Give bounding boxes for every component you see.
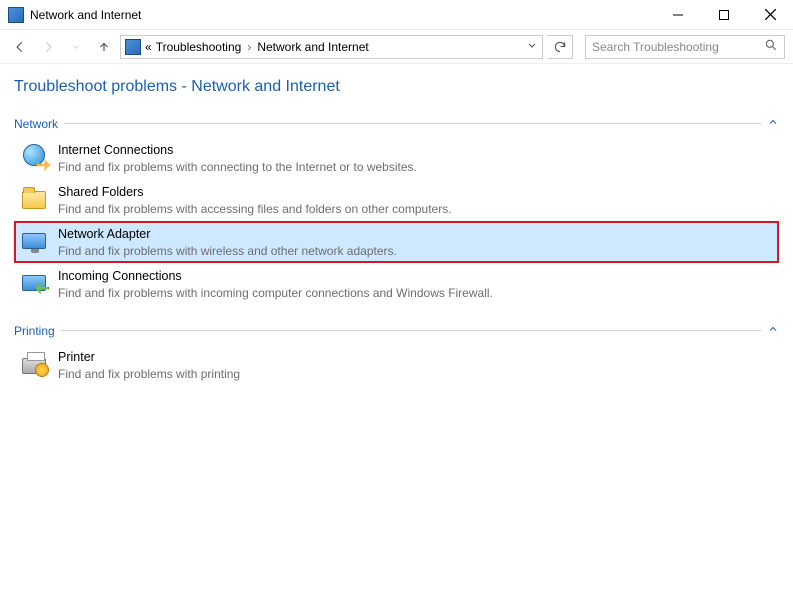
printer-icon	[20, 348, 48, 376]
maximize-button[interactable]	[701, 0, 747, 30]
item-text: Internet Connections Find and fix proble…	[58, 141, 417, 175]
item-network-adapter[interactable]: Network Adapter Find and fix problems wi…	[14, 221, 779, 263]
section-label: Network	[14, 117, 58, 131]
item-title: Printer	[58, 349, 240, 366]
window-title: Network and Internet	[30, 8, 655, 22]
section-header-printing: Printing	[14, 323, 779, 338]
item-title: Network Adapter	[58, 226, 397, 243]
monitor-icon	[20, 225, 48, 253]
section-label: Printing	[14, 324, 55, 338]
minimize-button[interactable]	[655, 0, 701, 30]
item-desc: Find and fix problems with printing	[58, 366, 240, 382]
divider	[64, 123, 761, 124]
item-text: Network Adapter Find and fix problems wi…	[58, 225, 397, 259]
address-dropdown-icon[interactable]	[526, 39, 538, 54]
item-desc: Find and fix problems with connecting to…	[58, 159, 417, 175]
item-text: Shared Folders Find and fix problems wit…	[58, 183, 452, 217]
item-internet-connections[interactable]: Internet Connections Find and fix proble…	[14, 137, 779, 179]
incoming-icon	[20, 267, 48, 295]
breadcrumb-item[interactable]: Troubleshooting	[156, 40, 242, 54]
address-bar[interactable]: « Troubleshooting › Network and Internet	[120, 35, 543, 59]
item-title: Shared Folders	[58, 184, 452, 201]
recent-dropdown[interactable]	[64, 35, 88, 59]
refresh-button[interactable]	[547, 35, 573, 59]
item-incoming-connections[interactable]: Incoming Connections Find and fix proble…	[14, 263, 779, 305]
page-title: Troubleshoot problems - Network and Inte…	[14, 78, 779, 96]
chevron-right-icon: ›	[247, 40, 251, 54]
search-input[interactable]	[592, 40, 752, 54]
close-button[interactable]	[747, 0, 793, 30]
section-header-network: Network	[14, 116, 779, 131]
breadcrumb-prefix: «	[145, 40, 152, 54]
item-printer[interactable]: Printer Find and fix problems with print…	[14, 344, 779, 386]
network-items: Internet Connections Find and fix proble…	[14, 137, 779, 305]
titlebar: Network and Internet	[0, 0, 793, 30]
search-box[interactable]	[585, 35, 785, 59]
toolbar: « Troubleshooting › Network and Internet	[0, 30, 793, 64]
item-title: Incoming Connections	[58, 268, 493, 285]
item-title: Internet Connections	[58, 142, 417, 159]
globe-icon	[20, 141, 48, 169]
address-icon	[125, 39, 141, 55]
window-controls	[655, 0, 793, 30]
breadcrumb-item[interactable]: Network and Internet	[257, 40, 368, 54]
search-icon[interactable]	[764, 38, 778, 55]
item-text: Incoming Connections Find and fix proble…	[58, 267, 493, 301]
app-icon	[8, 7, 24, 23]
item-text: Printer Find and fix problems with print…	[58, 348, 240, 382]
item-desc: Find and fix problems with incoming comp…	[58, 285, 493, 301]
content-area: Troubleshoot problems - Network and Inte…	[0, 64, 793, 418]
item-shared-folders[interactable]: Shared Folders Find and fix problems wit…	[14, 179, 779, 221]
up-button[interactable]	[92, 35, 116, 59]
back-button[interactable]	[8, 35, 32, 59]
divider	[61, 330, 761, 331]
printing-items: Printer Find and fix problems with print…	[14, 344, 779, 386]
item-desc: Find and fix problems with accessing fil…	[58, 201, 452, 217]
folder-icon	[20, 183, 48, 211]
forward-button[interactable]	[36, 35, 60, 59]
collapse-icon[interactable]	[767, 116, 779, 131]
item-desc: Find and fix problems with wireless and …	[58, 243, 397, 259]
collapse-icon[interactable]	[767, 323, 779, 338]
